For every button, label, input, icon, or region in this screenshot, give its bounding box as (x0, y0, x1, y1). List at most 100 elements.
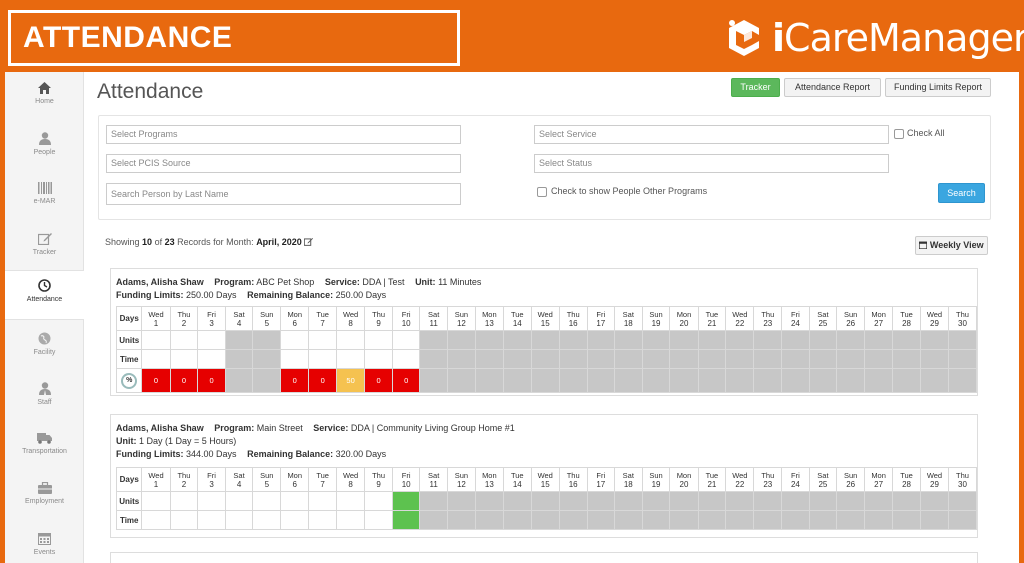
day-number: 10 (401, 318, 411, 328)
day-number: 4 (236, 479, 242, 489)
day-header-cell: Mon 20 (669, 306, 699, 331)
sidebar-item-facility[interactable]: Facility (5, 324, 84, 374)
attendance-cell (558, 349, 588, 369)
sidebar-item-employment[interactable]: Employment (5, 474, 84, 524)
units-row: Units (115, 491, 977, 511)
attendance-cell (336, 349, 366, 369)
attendance-cell (781, 349, 810, 369)
weekday-label: Tue (900, 470, 913, 480)
status-cell (836, 368, 866, 393)
select-status-input[interactable]: Select Status (534, 154, 889, 173)
tracker-button[interactable]: Tracker (731, 78, 780, 97)
attendance-cell (558, 491, 588, 511)
status-cell: 0 (280, 368, 310, 393)
attendance-cell (252, 349, 282, 369)
attendance-cell (725, 349, 755, 369)
check-all-checkbox[interactable] (894, 129, 904, 139)
status-cell (530, 368, 560, 393)
weekday-label: Thu (761, 470, 775, 480)
day-number: 30 (958, 479, 967, 489)
day-number: 5 (264, 318, 270, 328)
weekly-view-button[interactable]: Weekly View (915, 236, 988, 255)
select-service-input[interactable]: Select Service (534, 125, 889, 144)
weekday-label: Mon (676, 470, 692, 480)
sidebar-item-staff[interactable]: Staff (5, 374, 84, 424)
day-header-cell: Wed 15 (530, 467, 560, 492)
day-header-cell: Thu 23 (753, 306, 783, 331)
day-number: 28 (902, 479, 911, 489)
day-number: 22 (735, 479, 745, 489)
percent-toggle[interactable]: % (115, 368, 143, 393)
program-value: Main Street (256, 423, 303, 433)
attendance-report-button[interactable]: Attendance Report (784, 78, 881, 97)
attendance-cell (864, 349, 894, 369)
weekday-label: Fri (596, 309, 606, 319)
attendance-cell (197, 349, 226, 369)
sidebar-item-tracker[interactable]: Tracker (5, 224, 84, 274)
weekday-label: Mon (287, 470, 303, 480)
sidebar-item-transportation[interactable]: Transportation (5, 424, 84, 474)
sidebar-item-emar[interactable]: e-MAR (5, 174, 84, 224)
attendance-cell (781, 491, 810, 511)
day-number: 16 (568, 479, 578, 489)
service-value: DDA | Community Living Group Home #1 (350, 423, 515, 433)
attendance-cell (753, 349, 783, 369)
weekday-label: Sat (233, 309, 245, 319)
time-row-label: Time (115, 349, 143, 369)
day-number: 1 (153, 479, 159, 489)
attendance-cell (669, 330, 699, 350)
search-button[interactable]: Search (938, 183, 985, 203)
weekday-label: Tue (316, 470, 329, 480)
attendance-cell (948, 491, 977, 511)
day-number: 6 (292, 479, 297, 489)
day-number: 7 (320, 479, 325, 489)
day-header-cell: Tue 21 (697, 306, 727, 331)
status-cell (864, 368, 894, 393)
status-cell (474, 368, 504, 393)
select-programs-input[interactable]: Select Programs (106, 125, 461, 144)
day-header-cell: Sat 25 (808, 467, 838, 492)
attendance-cell (364, 510, 393, 530)
funding-limits-value: 344.00 Days (186, 449, 237, 459)
sidebar-item-label: Staff (37, 399, 52, 406)
day-header-cell: Thu 30 (948, 467, 977, 492)
attendance-cell (530, 330, 560, 350)
sidebar-item-label: Home (35, 98, 54, 105)
day-header-cell: Sat 4 (224, 306, 254, 331)
status-cell: 0 (391, 368, 421, 393)
attendance-cell (280, 330, 310, 350)
day-number: 23 (763, 479, 773, 489)
day-header-cell: Fri 3 (197, 306, 226, 331)
attendance-cell (391, 510, 421, 530)
day-header-cell: Fri 24 (781, 306, 810, 331)
search-last-name-input[interactable]: Search Person by Last Name (106, 183, 461, 205)
other-programs-checkbox[interactable] (537, 187, 547, 197)
attendance-cell (558, 330, 588, 350)
attendance-cell (892, 510, 921, 530)
attendance-cell (446, 330, 476, 350)
unit-value: 11 Minutes (438, 277, 482, 287)
attendance-cell (169, 491, 199, 511)
attendance-cell (892, 491, 921, 511)
day-header-cell: Tue 21 (697, 467, 727, 492)
briefcase-icon (37, 482, 52, 494)
weekday-label: Sat (233, 470, 245, 480)
edit-month-icon[interactable] (304, 237, 314, 246)
sidebar-item-attendance[interactable]: Attendance (5, 270, 84, 320)
day-header-cell: Wed 1 (141, 306, 171, 331)
sidebar-item-people[interactable]: People (5, 124, 84, 174)
funding-limits-report-button[interactable]: Funding Limits Report (885, 78, 991, 97)
select-pcis-source-input[interactable]: Select PCIS Source (106, 154, 461, 173)
weekday-label: Tue (510, 309, 524, 319)
attendance-cell (502, 491, 532, 511)
sidebar-item-home[interactable]: Home (5, 74, 84, 124)
attendance-cell (836, 349, 866, 369)
attendance-cell (224, 330, 254, 350)
sidebar-item-events[interactable]: Events (5, 524, 84, 563)
attendance-cell (669, 349, 699, 369)
day-number: 18 (623, 318, 633, 328)
percent-icon[interactable]: % (121, 372, 138, 389)
day-number: 5 (264, 479, 270, 489)
day-number: 3 (209, 318, 214, 328)
status-cell: 0 (169, 368, 199, 393)
